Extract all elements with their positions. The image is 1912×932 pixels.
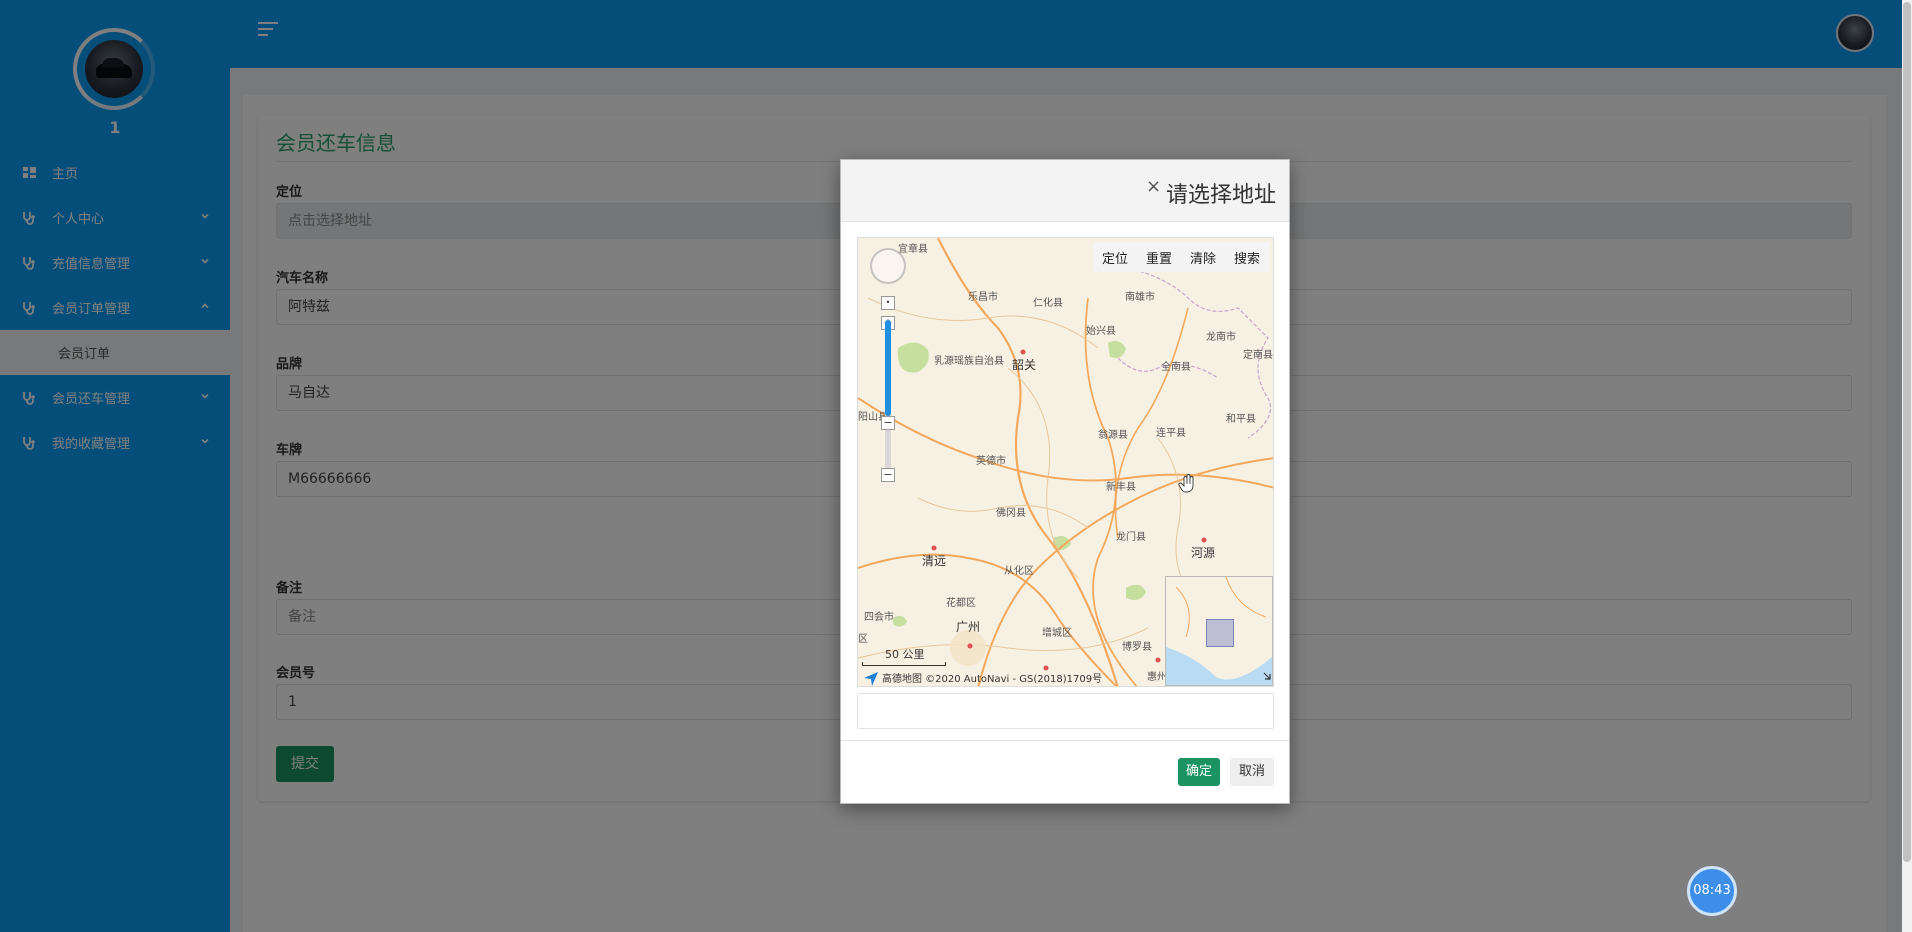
map-label: 四会市 <box>864 612 894 623</box>
map-label: 和平县 <box>1226 414 1256 425</box>
page-scrollbar[interactable] <box>1902 0 1912 932</box>
map-label: 从化区 <box>1004 566 1034 577</box>
map-label: 佛冈县 <box>996 508 1026 519</box>
map-label: 广州 <box>956 620 981 634</box>
zoom-slider-handle[interactable]: − <box>881 416 895 430</box>
map-label: 花都区 <box>946 598 976 609</box>
map-label: 始兴县 <box>1086 326 1116 337</box>
map-label: 英德市 <box>976 456 1006 467</box>
overview-viewport[interactable] <box>1206 619 1234 647</box>
divider <box>841 740 1289 741</box>
zoom-slider-fill <box>885 320 891 416</box>
map-scale-label: 50 公里 <box>885 648 925 661</box>
map-label: 乐昌市 <box>968 292 998 303</box>
map-scale-bar <box>862 662 946 666</box>
map-label: 连平县 <box>1156 428 1186 439</box>
confirm-button[interactable]: 确定 <box>1178 758 1220 786</box>
map-label: 仁化县 <box>1033 298 1063 309</box>
map-label: 区 <box>858 634 868 645</box>
map-label: 龙南市 <box>1206 332 1236 343</box>
map-label: 惠州 <box>1147 672 1167 683</box>
map-locate-button[interactable]: 定位 <box>1093 248 1137 267</box>
map-label: 博罗县 <box>1122 642 1152 653</box>
map-clear-button[interactable]: 清除 <box>1181 248 1225 267</box>
map-toolbar: 定位 重置 清除 搜索 <box>1092 242 1269 272</box>
modal-title: 请选择地址 <box>1165 183 1276 208</box>
map-overview[interactable] <box>1165 576 1273 686</box>
map-label: 南雄市 <box>1125 292 1155 303</box>
map-label: 新丰县 <box>1106 482 1136 493</box>
map-label: 翁源县 <box>1098 430 1128 441</box>
close-icon[interactable]: × <box>1146 176 1161 197</box>
map-label: 乳源瑶族自治县 <box>934 356 1004 367</box>
map-search-button[interactable]: 搜索 <box>1225 248 1269 267</box>
map-label: 韶关 <box>1012 358 1037 372</box>
cancel-button[interactable]: 取消 <box>1230 758 1274 786</box>
map-view[interactable]: 宜章县 乐昌市 仁化县 南雄市 始兴县 龙南市 乳源瑶族自治县 韶关 全南县 定… <box>857 237 1274 687</box>
clock-badge: 08:43 <box>1687 866 1737 916</box>
map-label: 增城区 <box>1042 628 1072 639</box>
address-picker-modal: × 请选择地址 宜章县 乐昌市 仁化县 南雄市 始兴县 龙南市 乳源瑶族自治县 … <box>840 159 1290 804</box>
map-pan-icon[interactable] <box>870 248 906 284</box>
map-label: 龙门县 <box>1116 532 1146 543</box>
map-label: 清远 <box>922 554 947 568</box>
map-label: 全南县 <box>1161 362 1191 373</box>
map-center-icon[interactable]: • <box>881 296 895 310</box>
zoom-out-button[interactable]: − <box>881 468 895 482</box>
map-reset-button[interactable]: 重置 <box>1137 248 1181 267</box>
map-label: 河源 <box>1191 546 1216 560</box>
map-copyright: 高德地图 ©2020 AutoNavi - GS(2018)1709号 <box>882 674 1103 685</box>
modal-header: × 请选择地址 <box>841 160 1289 222</box>
address-input[interactable] <box>857 693 1274 729</box>
map-label: 定南县 <box>1243 350 1273 361</box>
map-zoom-control: • + − − <box>870 248 906 484</box>
